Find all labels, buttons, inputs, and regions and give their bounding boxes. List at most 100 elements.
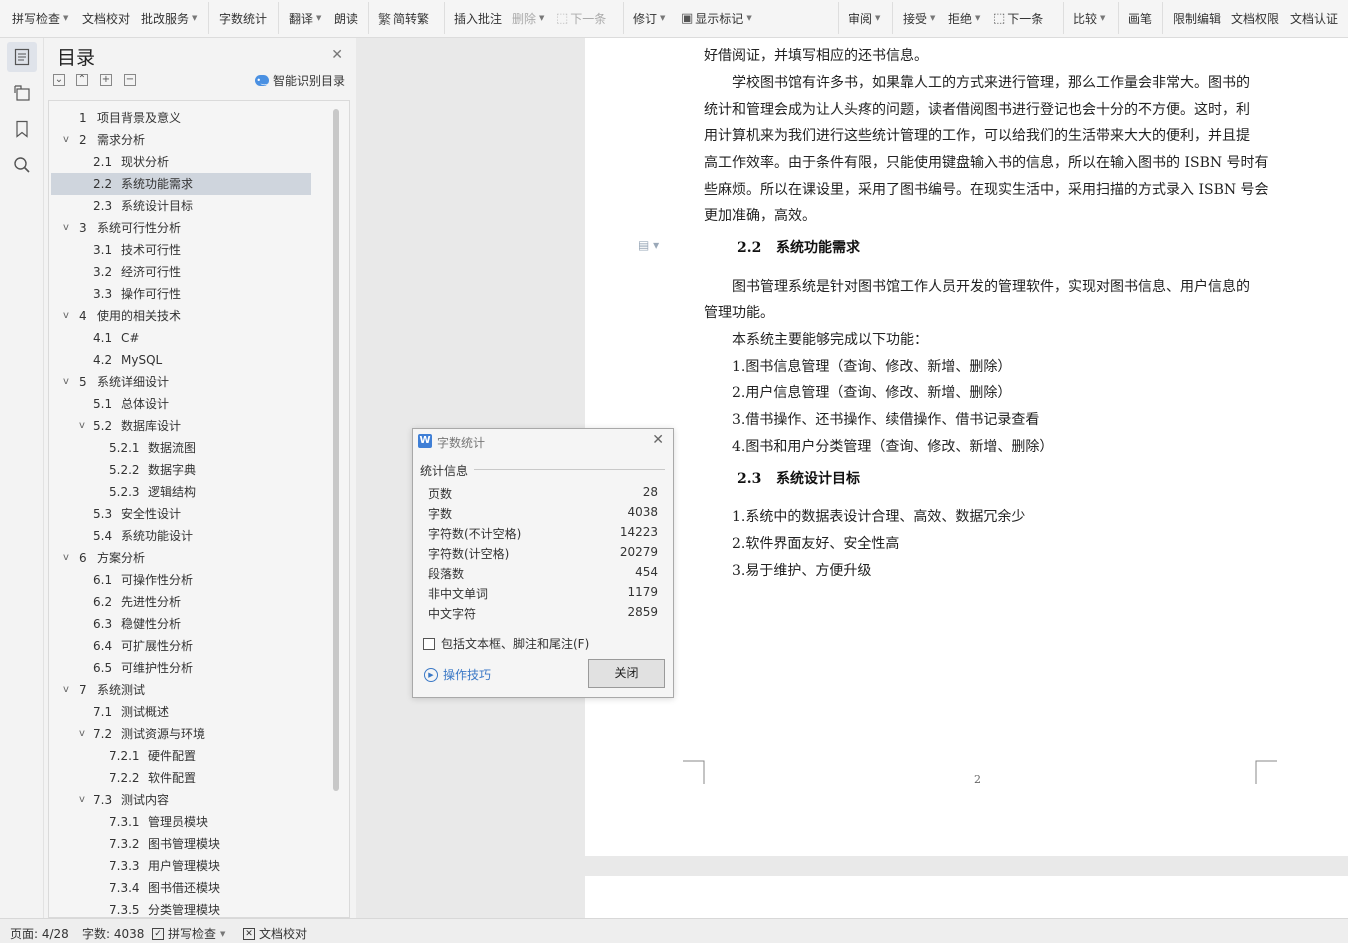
chevron-down-icon[interactable]: v <box>79 415 85 437</box>
chevron-down-icon[interactable]: v <box>63 129 69 151</box>
next-comment-button[interactable]: ⬚ 下一条 <box>556 5 606 31</box>
expand-up-icon[interactable]: ⌃ <box>76 74 88 86</box>
toc-item[interactable]: 6.2 先进性分析 <box>51 591 311 613</box>
toc-item[interactable]: 4.2 MySQL <box>51 349 311 371</box>
show-marks-button[interactable]: ▣ 显示标记 ▼ <box>681 5 752 31</box>
doc-permission-button[interactable]: 文档权限 <box>1231 5 1279 31</box>
add-heading-icon[interactable]: + <box>100 74 112 86</box>
tips-label: 操作技巧 <box>443 668 492 682</box>
read-aloud-button[interactable]: 朗读 <box>334 5 358 31</box>
doc-proofread-button[interactable]: 文档校对 <box>82 5 130 31</box>
toc-scrollbar[interactable] <box>333 109 339 791</box>
page-indicator[interactable]: 页面: 4/28 <box>10 925 69 942</box>
bookmark-icon[interactable] <box>7 114 37 144</box>
toc-item[interactable]: 5.2.3 逻辑结构 <box>51 481 311 503</box>
toc-item[interactable]: 5.2.2 数据字典 <box>51 459 311 481</box>
toc-item[interactable]: 3.2 经济可行性 <box>51 261 311 283</box>
dialog-titlebar[interactable]: W 字数统计 ✕ <box>413 429 673 453</box>
chapter-nav-icon[interactable] <box>7 78 37 108</box>
toc-item[interactable]: 6.3 稳健性分析 <box>51 613 311 635</box>
toc-item[interactable]: 6.4 可扩展性分析 <box>51 635 311 657</box>
toc-item-number: 5.2.1 <box>109 441 140 455</box>
tips-link[interactable]: ▶ 操作技巧 <box>424 666 491 683</box>
toc-item[interactable]: 7.3.2 图书管理模块 <box>51 833 311 855</box>
chevron-down-icon[interactable]: v <box>63 217 69 239</box>
close-button[interactable]: 关闭 <box>588 659 665 688</box>
chevron-down-icon[interactable]: v <box>63 371 69 393</box>
next-document-page[interactable] <box>585 876 1348 918</box>
toc-item[interactable]: 7.1 测试概述 <box>51 701 311 723</box>
document-page[interactable]: 好借阅证，并填写相应的还书信息。 学校图书馆有许多书，如果靠人工的方式来进行管理… <box>585 38 1348 856</box>
toc-item[interactable]: 4.1 C# <box>51 327 311 349</box>
word-count-indicator[interactable]: 字数: 4038 <box>82 925 144 942</box>
toc-item[interactable]: 7.3.3 用户管理模块 <box>51 855 311 877</box>
toc-item[interactable]: 7.2.1 硬件配置 <box>51 745 311 767</box>
toc-item[interactable]: 3.1 技术可行性 <box>51 239 311 261</box>
toc-item[interactable]: 6.5 可维护性分析 <box>51 657 311 679</box>
spell-check-toggle[interactable]: ✓ 拼写检查 ▼ <box>152 925 225 942</box>
toc-item[interactable]: 5.2.1 数据流图 <box>51 437 311 459</box>
revise-button[interactable]: 修订 ▼ <box>633 5 665 31</box>
toc-item[interactable]: v 7 系统测试 <box>51 679 311 701</box>
dropdown-arrow-icon: ▼ <box>192 14 198 22</box>
insert-comment-button[interactable]: 插入批注 <box>454 5 502 31</box>
review-button[interactable]: 审阅 ▼ <box>848 5 880 31</box>
toc-item[interactable]: v 5 系统详细设计 <box>51 371 311 393</box>
pen-button[interactable]: 画笔 <box>1128 5 1152 31</box>
restrict-edit-button[interactable]: 限制编辑 <box>1173 5 1221 31</box>
toc-item[interactable]: 2.1 现状分析 <box>51 151 311 173</box>
toc-item[interactable]: 5.4 系统功能设计 <box>51 525 311 547</box>
word-count-button[interactable]: 字数统计 <box>219 5 267 31</box>
remove-heading-icon[interactable]: − <box>124 74 136 86</box>
toc-item[interactable]: v 5.2 数据库设计 <box>51 415 311 437</box>
body-text-line: 更加准确，高效。 <box>704 208 816 224</box>
toc-item[interactable]: 5.1 总体设计 <box>51 393 311 415</box>
toc-item[interactable]: v 3 系统可行性分析 <box>51 217 311 239</box>
chevron-down-icon[interactable]: v <box>63 547 69 569</box>
toc-item[interactable]: 2.3 系统设计目标 <box>51 195 311 217</box>
ribbon-separator <box>208 2 209 34</box>
toc-item[interactable]: 7.3.1 管理员模块 <box>51 811 311 833</box>
toc-item[interactable]: v 7.2 测试资源与环境 <box>51 723 311 745</box>
collapse-all-icon[interactable]: ⌄ <box>53 74 65 86</box>
spell-check-button[interactable]: 拼写检查 ▼ <box>12 5 68 31</box>
close-icon[interactable]: ✕ <box>652 432 664 448</box>
chevron-down-icon[interactable]: v <box>79 789 85 811</box>
simp-trad-button[interactable]: 繁简转繁 <box>378 5 429 31</box>
approval-service-button[interactable]: 批改服务 ▼ <box>141 5 197 31</box>
chevron-down-icon[interactable]: v <box>79 723 85 745</box>
toc-item[interactable]: 3.3 操作可行性 <box>51 283 311 305</box>
include-textbox-footnote-checkbox[interactable]: 包括文本框、脚注和尾注(F) <box>423 635 589 652</box>
chevron-down-icon[interactable]: v <box>63 679 69 701</box>
toc-item-number: 2 <box>79 133 87 147</box>
doc-certify-button[interactable]: 文档认证 <box>1290 5 1338 31</box>
toc-view-icon[interactable] <box>7 42 37 72</box>
toc-item[interactable]: v 7.3 测试内容 <box>51 789 311 811</box>
next-change-button[interactable]: ⬚ 下一条 <box>993 5 1043 31</box>
translate-button[interactable]: 翻译 ▼ <box>289 5 321 31</box>
chevron-down-icon[interactable]: v <box>63 305 69 327</box>
compare-button[interactable]: 比较 ▼ <box>1073 5 1105 31</box>
close-icon[interactable]: ✕ <box>331 47 343 63</box>
toc-item[interactable]: v 4 使用的相关技术 <box>51 305 311 327</box>
smart-detect-toc-button[interactable]: •‿ 智能识别目录 <box>254 72 345 89</box>
paragraph-options-icon[interactable]: ▤ ▾ <box>638 238 659 252</box>
doc-proofread-toggle[interactable]: ✕ 文档校对 <box>243 925 307 942</box>
toc-item[interactable]: v 6 方案分析 <box>51 547 311 569</box>
toc-item-label: 总体设计 <box>121 397 170 411</box>
toc-item[interactable]: 7.3.4 图书借还模块 <box>51 877 311 899</box>
accept-button[interactable]: 接受 ▼ <box>903 5 935 31</box>
toc-item[interactable]: 1 项目背景及意义 <box>51 107 311 129</box>
toc-item[interactable]: 6.1 可操作性分析 <box>51 569 311 591</box>
toc-item[interactable]: 5.3 安全性设计 <box>51 503 311 525</box>
toc-item[interactable]: v 2 需求分析 <box>51 129 311 151</box>
reject-button[interactable]: 拒绝 ▼ <box>948 5 980 31</box>
search-icon[interactable] <box>7 150 37 180</box>
toc-item-label: 现状分析 <box>121 155 170 169</box>
toc-item[interactable]: 7.2.2 软件配置 <box>51 767 311 789</box>
toc-item[interactable]: 2.2 系统功能需求 <box>51 173 311 195</box>
delete-comment-button[interactable]: 删除 ▼ <box>512 5 544 31</box>
checkbox-box[interactable] <box>423 637 435 650</box>
show-marks-icon: ▣ <box>681 10 694 26</box>
toc-item[interactable]: 7.3.5 分类管理模块 <box>51 899 311 917</box>
